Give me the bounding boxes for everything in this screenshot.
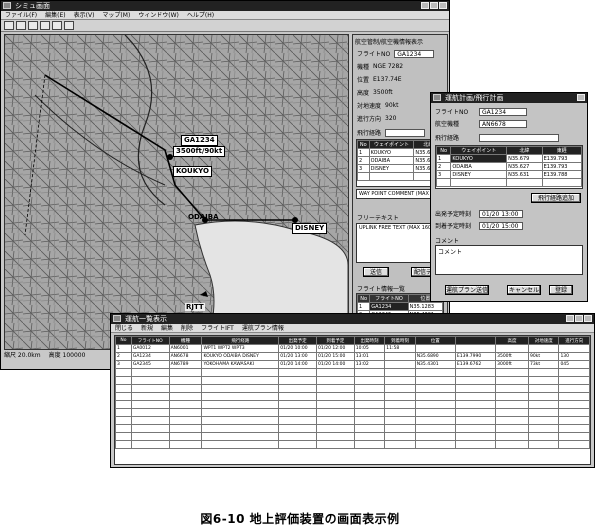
table-row[interactable]: 1 GA0012 AN6001 WPT1 WPT2 WPT3 01/20 10:00 01…	[115, 344, 590, 353]
main-title: シミュ画面	[15, 2, 50, 10]
main-menubar: ファイル(F) 編集(E) 表示(V) マップ(M) ウィンドウ(W) ヘルプ(…	[1, 11, 449, 20]
plan-field-flight-no: フライトNO GA1234	[435, 107, 527, 116]
cancel-button[interactable]: キャンセル	[507, 285, 541, 295]
field-flight-no: フライトNO GA1234	[357, 49, 435, 58]
list-menubar: 閉じる 新規 編集 削除 フライトIFT 運航プラン情報	[111, 324, 594, 333]
flight-list-grid[interactable]: No フライトNO 機種 飛行経路 出発予定 到着予定 出発時刻 到着時刻 位置…	[114, 335, 591, 465]
plan-route-table[interactable]: No ウェイポイント 北緯 東経 1 KOUKYO N35.679 E139.793 2 OD…	[435, 145, 583, 189]
dialog-icon	[433, 94, 441, 101]
list-window: 運航一覧表示 閉じる 新規 編集 削除 フライトIFT 運航プラン情報 No フ…	[110, 313, 595, 468]
menu-help[interactable]: ヘルプ(H)	[187, 11, 214, 19]
list-menu-delete[interactable]: 削除	[181, 324, 193, 332]
send-button[interactable]: 送信	[363, 267, 389, 277]
close-button[interactable]	[439, 2, 447, 9]
map-flight-label[interactable]: GA1234	[181, 135, 218, 146]
uplink-plan-button[interactable]: 運航プラン送信	[445, 285, 489, 295]
tool-pan-icon[interactable]	[40, 21, 50, 30]
plan-arrival: 到着予定時刻 01/20 15:00	[435, 221, 523, 230]
route-input[interactable]	[385, 128, 426, 137]
tool-zoom-out-icon[interactable]	[28, 21, 38, 30]
list-titlebar[interactable]: 運航一覧表示	[111, 314, 594, 324]
list-menu-new[interactable]: 新規	[141, 324, 153, 332]
map-drawing	[5, 35, 348, 349]
field-heading: 進行方向 320	[357, 115, 397, 123]
plan-comment-area[interactable]: コメント	[435, 245, 583, 275]
free-text-label: フリーテキスト	[357, 215, 399, 222]
table-row[interactable]: 2 GA1234 AN6678 KOUKYO ODAIBA DISNEY 01/20 1…	[115, 352, 590, 361]
tool-zoom-in-icon[interactable]	[16, 21, 26, 30]
tool-print-icon[interactable]	[64, 21, 74, 30]
status-scale: 縮尺 20.0km	[4, 352, 41, 359]
list-close-button[interactable]	[584, 315, 592, 322]
status-altitude: 高度 100000	[48, 352, 86, 359]
field-position: 位置 E137.74E	[357, 76, 402, 84]
table-row[interactable]: 1 KOUKYO N35.679 E139.793	[435, 154, 583, 163]
list-menu-plan[interactable]: 運航プラン情報	[242, 324, 284, 332]
plan-field-route: 飛行経路	[435, 133, 559, 142]
map-waypoint-koukyo: KOUKYO	[173, 166, 212, 177]
app-icon[interactable]	[3, 2, 11, 9]
list-minimize-button[interactable]	[566, 315, 574, 322]
plan-dialog-title: 運航計画/飛行計画	[445, 94, 504, 102]
main-toolbar	[1, 20, 449, 32]
flight-panel-title: 航空管制/航空機情報表示	[355, 39, 424, 46]
plan-comment-label: コメント	[435, 238, 460, 245]
table-row[interactable]: 2 ODAIBA N35.627 E139.793	[435, 162, 583, 171]
table-row[interactable]: 3 DISNEY N35.631 E139.788	[435, 170, 583, 179]
plan-departure: 出発予定時刻 01/20 13:00	[435, 209, 523, 218]
list-window-icon	[113, 315, 121, 322]
menu-edit[interactable]: 編集(E)	[45, 11, 65, 19]
list-maximize-button[interactable]	[575, 315, 583, 322]
list-menu-close[interactable]: 閉じる	[115, 324, 133, 332]
map-flight-info: 3500ft/90kt	[173, 146, 226, 157]
main-statusbar: 縮尺 20.0km 高度 100000	[4, 351, 104, 360]
map-waypoint-rjtt: RJTT	[185, 303, 205, 311]
list-item[interactable]: 1 GA1234 N35.1283	[356, 302, 444, 311]
main-titlebar[interactable]: シミュ画面	[1, 1, 449, 11]
plan-dialog-titlebar[interactable]: 運航計画/飛行計画	[431, 93, 587, 103]
menu-map[interactable]: マップ(M)	[102, 11, 130, 19]
map-waypoint-odaiba: ODAIBA	[188, 213, 219, 221]
route-label: 飛行経路	[357, 128, 426, 137]
field-aircraft-type: 機種 NGE 7282	[357, 63, 404, 71]
dialog-close-button[interactable]	[577, 94, 585, 101]
map-waypoint-disney: DISNEY	[292, 223, 328, 234]
list-menu-flight[interactable]: フライトIFT	[201, 324, 234, 332]
figure-caption: 図6-10 地上評価装置の画面表示例	[200, 512, 400, 526]
menu-view[interactable]: 表示(V)	[74, 11, 95, 19]
minimize-button[interactable]	[421, 2, 429, 9]
plan-field-aircraft: 航空機種 AN6678	[435, 119, 527, 128]
field-ground-speed: 対地速度 90kt	[357, 102, 399, 110]
menu-file[interactable]: ファイル(F)	[5, 11, 37, 19]
maximize-button[interactable]	[430, 2, 438, 9]
plan-dialog: 運航計画/飛行計画 フライトNO GA1234 航空機種 AN6678 飛行経路 N…	[430, 92, 588, 302]
flight-list-label: フライト情報一覧	[357, 286, 406, 293]
field-altitude: 高度 3500ft	[357, 89, 393, 97]
list-window-title: 運航一覧表示	[125, 315, 167, 323]
map-view[interactable]: GA1234 3500ft/90kt KOUKYO ODAIBA DISNEY …	[4, 34, 349, 350]
ok-button[interactable]: 登録	[549, 285, 573, 295]
tool-pointer-icon[interactable]	[4, 21, 14, 30]
menu-window[interactable]: ウィンドウ(W)	[138, 11, 179, 19]
tool-select-icon[interactable]	[52, 21, 62, 30]
table-row[interactable]: 3 GA2345 AN6789 YOKOHAMA KAWASAKI 01/20 14:0…	[115, 360, 590, 369]
list-menu-edit[interactable]: 編集	[161, 324, 173, 332]
add-route-button[interactable]: 飛行経路追加	[531, 193, 581, 203]
